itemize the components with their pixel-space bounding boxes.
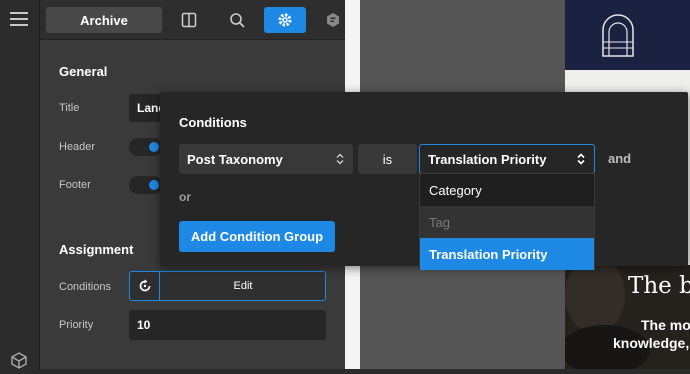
gear-icon[interactable] (264, 7, 306, 33)
field-select-value: Post Taxonomy (187, 151, 283, 167)
field-select[interactable]: Post Taxonomy (179, 144, 353, 174)
chevron-updown-icon (336, 153, 344, 165)
value-select[interactable]: Translation Priority (419, 144, 595, 174)
conditions-label: Conditions (59, 281, 111, 293)
assignment-heading: Assignment (59, 242, 134, 257)
dropdown-option-translation-priority[interactable]: Translation Priority (420, 238, 594, 270)
title-label: Title (59, 102, 80, 114)
priority-label: Priority (59, 319, 94, 331)
preview-body-line-1: The mo (641, 317, 690, 333)
header-label: Header (59, 141, 96, 153)
and-button[interactable]: and (608, 151, 631, 166)
layout-icon[interactable] (168, 7, 210, 33)
refresh-icon[interactable] (130, 272, 160, 300)
hero-photo: The b The mo knowledge, (565, 265, 690, 369)
logo-icon (601, 12, 635, 58)
conditions-title: Conditions (179, 115, 247, 130)
priority-input[interactable]: 10 (129, 310, 326, 340)
preview-header (565, 0, 690, 70)
left-rail (0, 0, 40, 369)
edit-conditions-button[interactable]: Edit (129, 271, 326, 301)
footer-label: Footer (59, 179, 91, 191)
header-toggle[interactable] (129, 138, 163, 156)
archive-tab[interactable]: Archive (46, 7, 162, 33)
search-icon[interactable] (216, 7, 258, 33)
general-heading: General (59, 64, 108, 79)
preview-headline: The b (628, 273, 690, 299)
add-condition-group-button[interactable]: Add Condition Group (179, 221, 335, 252)
value-select-value: Translation Priority (428, 151, 547, 167)
operator-select[interactable]: is (358, 144, 417, 174)
or-label: or (179, 190, 191, 204)
dropdown-option-tag: Tag (420, 206, 594, 238)
cube-icon[interactable] (10, 352, 28, 369)
footer-toggle[interactable] (129, 176, 163, 194)
hamburger-icon[interactable] (10, 12, 28, 26)
edit-label: Edit (233, 280, 253, 292)
chevron-updown-icon (577, 153, 585, 165)
preview-body-line-2: knowledge, (613, 335, 690, 351)
value-dropdown: Category Tag Translation Priority (419, 173, 595, 270)
dropdown-option-category[interactable]: Category (420, 174, 594, 206)
